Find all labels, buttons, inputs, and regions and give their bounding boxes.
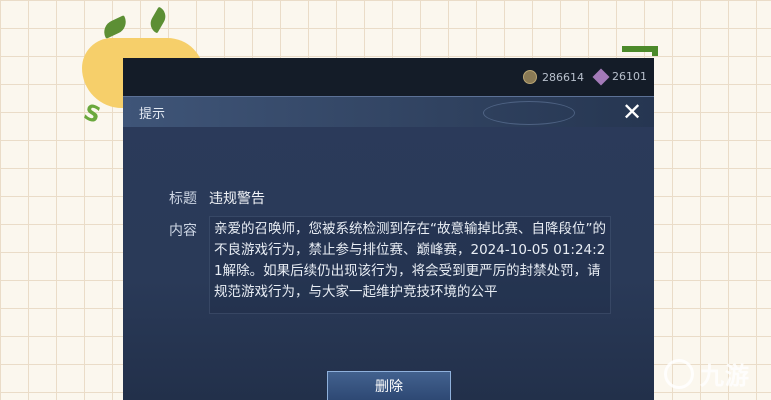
dialog-title: 提示: [139, 107, 166, 122]
gem-balance: 26101: [592, 68, 647, 85]
top-bar: 286614 26101: [123, 58, 654, 96]
header-ornament: [483, 101, 575, 125]
content-text: 亲爱的召唤师，您被系统检测到存在“故意输掉比赛、自降段位”的不良游戏行为，禁止参…: [214, 221, 606, 300]
close-icon[interactable]: ✕: [618, 98, 646, 126]
delete-button[interactable]: 删除: [327, 371, 451, 400]
coin-icon: [523, 70, 537, 84]
game-screen: 286614 26101 提示 ✕ 标题 违规警告 内容 亲爱的召唤师，您被系统…: [123, 58, 654, 400]
mark-decoration: [622, 46, 656, 52]
watermark: 九游: [664, 356, 750, 391]
coin-balance: 286614: [523, 70, 584, 84]
content-scroll-area[interactable]: 亲爱的召唤师，您被系统检测到存在“故意输掉比赛、自降段位”的不良游戏行为，禁止参…: [209, 216, 611, 314]
warning-dialog: 提示 ✕ 标题 违规警告 内容 亲爱的召唤师，您被系统检测到存在“故意输掉比赛、…: [123, 96, 654, 400]
leaf-decoration: [146, 6, 170, 34]
leaf-decoration: [100, 15, 130, 39]
watermark-text: 九游: [700, 362, 750, 390]
squiggle-decoration: S: [80, 100, 104, 129]
coin-amount: 286614: [542, 70, 584, 84]
watermark-logo-icon: [664, 358, 694, 389]
mark-decoration: [652, 46, 658, 56]
gem-icon: [592, 68, 610, 85]
gem-amount: 26101: [612, 70, 647, 83]
subject-value: 违规警告: [209, 191, 265, 207]
subject-label: 标题: [169, 191, 197, 207]
dialog-header: 提示 ✕: [123, 96, 654, 127]
content-label: 内容: [169, 223, 197, 239]
